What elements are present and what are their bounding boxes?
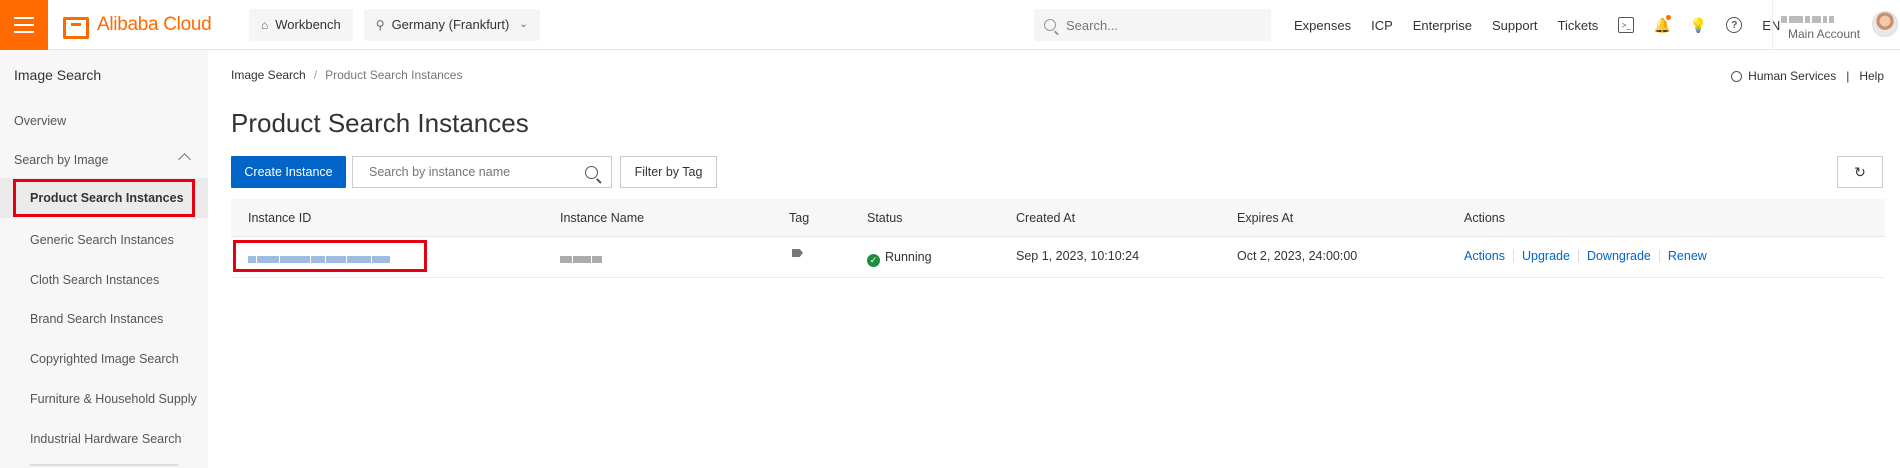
actions-link[interactable]: Actions (1464, 249, 1505, 263)
account-subtitle: Main Account (1788, 27, 1861, 41)
header-links: Human Services | Help (1731, 69, 1884, 83)
table-header: Instance ID Instance Name Tag Status Cre… (231, 199, 1885, 237)
sidebar-item-cloth-search[interactable]: Cloth Search Instances (30, 273, 159, 287)
tag-icon[interactable] (792, 249, 803, 257)
account-name-redacted (1781, 10, 1851, 23)
global-search-input[interactable] (1066, 17, 1256, 33)
downgrade-link[interactable]: Downgrade (1587, 249, 1651, 263)
sidebar-item-overview[interactable]: Overview (14, 114, 66, 128)
search-icon (1044, 19, 1056, 31)
sidebar-item-furniture[interactable]: Furniture & Household Supply (30, 392, 197, 406)
notification-dot (1666, 15, 1672, 20)
highlight-box (13, 179, 195, 217)
table-row: ✓ Running Sep 1, 2023, 10:10:24 Oct 2, 20… (231, 237, 1885, 278)
highlight-box (233, 240, 427, 272)
nav-icp[interactable]: ICP (1371, 18, 1393, 33)
instance-name-redacted (560, 250, 610, 263)
divider (1577, 250, 1579, 262)
headset-icon (1731, 70, 1743, 82)
brand-name: Alibaba Cloud (97, 13, 212, 35)
divider: | (1846, 69, 1850, 83)
human-services-link[interactable]: Human Services (1748, 69, 1836, 83)
sidebar-item-copyrighted-image[interactable]: Copyrighted Image Search (30, 352, 179, 366)
column-tag: Tag (789, 211, 810, 225)
avatar[interactable] (1872, 11, 1898, 37)
help-icon[interactable]: ? (1726, 17, 1743, 33)
workbench-button[interactable]: ⌂ Workbench (249, 8, 353, 41)
nav-support[interactable]: Support (1492, 18, 1538, 33)
chevron-down-icon: ⌄ (519, 19, 528, 30)
hamburger-menu-button[interactable] (0, 0, 48, 50)
check-circle-icon: ✓ (867, 254, 880, 267)
column-expires-at: Expires At (1237, 211, 1294, 225)
column-instance-name: Instance Name (560, 211, 645, 225)
status-text: Running (885, 250, 932, 264)
instances-table: Instance ID Instance Name Tag Status Cre… (231, 199, 1885, 278)
instance-search-box (352, 156, 612, 188)
sidebar-item-brand-search[interactable]: Brand Search Instances (30, 312, 163, 326)
alibaba-logo-icon (63, 16, 89, 39)
global-search[interactable] (1034, 9, 1271, 41)
page-title: Product Search Instances (231, 108, 529, 138)
top-navigation-bar: Alibaba Cloud ⌂ Workbench ⚲ Germany (Fra… (0, 0, 1900, 50)
lightbulb-icon[interactable]: 💡 (1690, 17, 1707, 33)
home-icon: ⌂ (261, 17, 269, 32)
top-nav-links: Expenses ICP Enterprise Support Tickets … (1294, 0, 1800, 50)
refresh-icon[interactable]: ↻ (1837, 156, 1883, 188)
region-selector[interactable]: ⚲ Germany (Frankfurt) ⌄ (363, 8, 540, 41)
sidebar-group-search-by-image[interactable]: Search by Image (14, 153, 109, 167)
divider (1513, 250, 1514, 262)
created-at: Sep 1, 2023, 10:10:24 (1016, 249, 1140, 263)
search-icon[interactable] (585, 165, 598, 179)
help-link[interactable]: Help (1859, 69, 1884, 83)
renew-link[interactable]: Renew (1668, 249, 1707, 263)
account-menu[interactable]: Main Account (1772, 0, 1900, 50)
location-pin-icon: ⚲ (375, 17, 385, 32)
column-actions: Actions (1464, 211, 1505, 225)
create-instance-button[interactable]: Create Instance (231, 156, 346, 188)
column-instance-id: Instance ID (248, 211, 312, 225)
workbench-label: Workbench (275, 17, 341, 32)
sidebar-scrollbar[interactable] (30, 464, 178, 466)
column-status: Status (867, 211, 903, 225)
breadcrumb-current: Product Search Instances (325, 68, 463, 82)
nav-expenses[interactable]: Expenses (1294, 18, 1351, 33)
breadcrumb-separator: / (313, 68, 318, 82)
column-created-at: Created At (1016, 211, 1076, 225)
notification-bell-icon[interactable]: 🔔 (1654, 15, 1672, 33)
sidebar: Image Search Overview Search by Image Pr… (0, 50, 208, 468)
row-actions: Actions Upgrade Downgrade Renew (1464, 249, 1707, 263)
breadcrumb-image-search[interactable]: Image Search (231, 68, 306, 82)
nav-enterprise[interactable]: Enterprise (1413, 18, 1472, 33)
cloud-shell-icon[interactable]: >_ (1618, 17, 1635, 33)
breadcrumb: Image Search / Product Search Instances (231, 68, 462, 82)
instance-search-input[interactable] (353, 165, 573, 179)
alibaba-cloud-logo[interactable]: Alibaba Cloud (63, 13, 238, 39)
sidebar-item-generic-search[interactable]: Generic Search Instances (30, 233, 174, 247)
expires-at: Oct 2, 2023, 24:00:00 (1237, 249, 1358, 263)
sidebar-item-industrial-hardware[interactable]: Industrial Hardware Search (30, 432, 181, 446)
filter-by-tag-button[interactable]: Filter by Tag (620, 156, 717, 188)
nav-tickets[interactable]: Tickets (1558, 18, 1599, 33)
status-badge: ✓ Running (867, 250, 932, 267)
region-label: Germany (Frankfurt) (391, 17, 510, 32)
upgrade-link[interactable]: Upgrade (1522, 249, 1570, 263)
chevron-up-icon[interactable] (178, 153, 191, 166)
divider (1658, 250, 1660, 262)
sidebar-title: Image Search (14, 67, 102, 83)
